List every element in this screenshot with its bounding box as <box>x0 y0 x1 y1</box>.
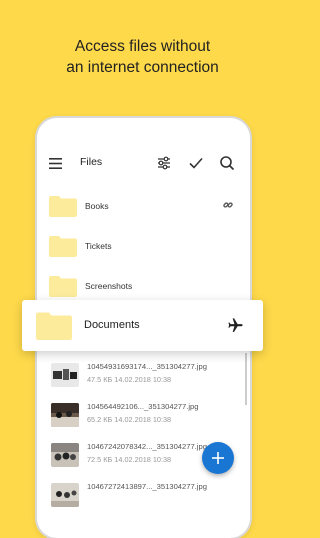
image-thumbnail <box>51 403 79 427</box>
folder-row-tickets[interactable]: Tickets <box>37 228 250 268</box>
headline: Access files without an internet connect… <box>0 36 285 78</box>
file-name: 104564492106..._351304277.jpg <box>87 402 199 411</box>
folder-label: Screenshots <box>85 281 133 291</box>
menu-icon[interactable] <box>49 158 62 169</box>
folder-label: Books <box>85 201 109 211</box>
page-title: Files <box>80 156 103 168</box>
documents-folder-card[interactable]: Documents <box>22 300 263 351</box>
file-name: 10467272413897..._351304277.jpg <box>87 482 207 491</box>
folder-icon <box>49 196 77 217</box>
search-icon[interactable] <box>218 154 236 172</box>
file-meta: 65.2 КБ 14.02.2018 10:38 <box>87 415 172 424</box>
headline-line-2: an internet connection <box>66 59 219 76</box>
folder-icon <box>49 276 77 297</box>
add-button[interactable] <box>202 442 234 474</box>
file-row[interactable]: 10467272413897..._351304277.jpg <box>37 478 250 518</box>
file-row[interactable]: 104564492106..._351304277.jpg 65.2 КБ 14… <box>37 398 250 438</box>
filter-icon[interactable] <box>155 154 173 172</box>
folder-icon <box>49 236 77 257</box>
link-icon <box>223 202 233 208</box>
folder-icon <box>36 312 72 340</box>
headline-line-1: Access files without <box>74 38 211 55</box>
plus-icon <box>212 452 224 464</box>
file-meta: 72.5 КБ 14.02.2018 10:38 <box>87 455 172 464</box>
file-meta: 47.5 КБ 14.02.2018 10:38 <box>87 375 172 384</box>
airplane-icon[interactable] <box>227 317 244 334</box>
folder-label: Documents <box>84 319 140 331</box>
image-thumbnail <box>51 363 79 387</box>
file-name: 10454931693174..._351304277.jpg <box>87 362 207 371</box>
file-row[interactable]: 10454931693174..._351304277.jpg 47.5 КБ … <box>37 358 250 398</box>
app-bar: Files <box>37 146 250 184</box>
file-name: 10467242078342..._351304277.jpg <box>87 442 207 451</box>
folder-label: Tickets <box>85 241 112 251</box>
check-icon[interactable] <box>187 154 205 172</box>
folder-row-books[interactable]: Books <box>37 188 250 228</box>
image-thumbnail <box>51 443 79 467</box>
image-thumbnail <box>51 483 79 507</box>
